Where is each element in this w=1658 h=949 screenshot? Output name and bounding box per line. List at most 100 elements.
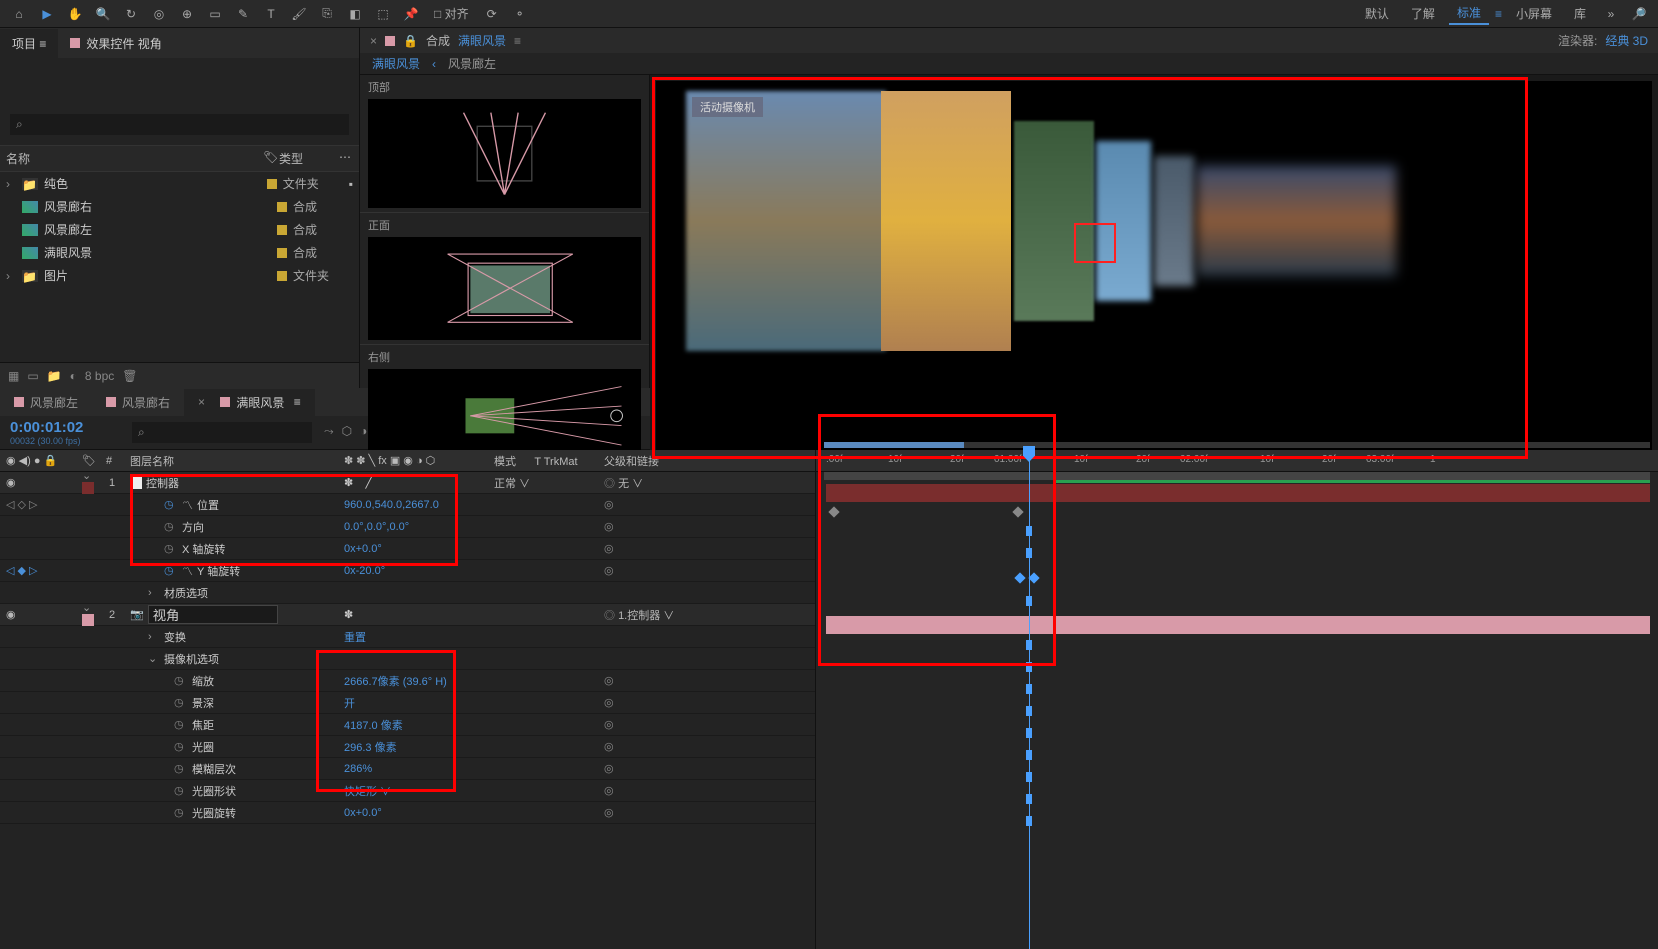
stopwatch-icon[interactable]: ◷ [164,542,178,555]
property-value[interactable]: 2666.7像素 (39.6° H) [344,676,447,688]
kf-nav[interactable]: ◁ ◆ ▷ [6,564,38,577]
project-item[interactable]: 风景廊右合成 [0,195,359,218]
keyframe-icon[interactable] [1012,506,1023,517]
kf-nav[interactable]: ◁ ◇ ▷ [6,498,38,511]
bpc-button[interactable]: 8 bpc [85,369,114,383]
keyframe-icon[interactable] [1014,572,1025,583]
layer-bar[interactable] [826,484,1650,502]
current-timecode[interactable]: 0:00:01:02 [10,419,120,436]
visibility-toggle[interactable]: ◉ [6,608,16,621]
comp-mini-flowchart-icon[interactable]: ⤳ [324,424,334,441]
pickwhip-icon[interactable]: ◎ [604,610,615,622]
current-time-indicator[interactable] [1029,450,1030,949]
property-value[interactable]: 开 [344,698,355,710]
property-row[interactable]: ◷ 光圈 296.3 像素 ◎ [0,736,815,758]
property-row[interactable]: ◁ ◆ ▷ ◷ 〽 Y 轴旋转 0x-20.0° ◎ [0,560,815,582]
timeline-tab[interactable]: 风景廊左 [0,389,92,416]
property-value[interactable]: 296.3 像素 [344,742,397,754]
effect-controls-tab[interactable]: 效果控件 视角 [58,29,173,58]
workspace-standard[interactable]: 标准 [1449,2,1489,25]
zoom-tool-icon[interactable]: 🔍 [92,3,114,25]
stopwatch-icon[interactable]: ◷ [164,498,178,511]
property-row[interactable]: ◷ 焦距 4187.0 像素 ◎ [0,714,815,736]
search-global-icon[interactable]: 🔎 [1628,3,1650,25]
property-value[interactable]: 快矩形 [344,786,377,798]
stamp-tool-icon[interactable]: ⎘ [316,3,338,25]
graph-icon[interactable]: 〽 [182,497,193,513]
workspace-library[interactable]: 库 [1566,3,1594,24]
project-item[interactable]: 满眼风景合成 [0,241,359,264]
lock-icon[interactable]: 🔒 [403,34,418,48]
timeline-search-input[interactable] [132,422,312,443]
shy-icon[interactable]: ◑ [360,424,367,441]
unknown-tool-icon-2[interactable]: ⚬ [509,3,531,25]
property-row[interactable]: ◁ ◇ ▷ ◷ 〽 位置 960.0,540.0,2667.0 ◎ [0,494,815,516]
property-row[interactable]: ◷ 模糊层次 286% ◎ [0,758,815,780]
property-value[interactable]: 0x+0.0° [344,543,382,555]
graph-icon[interactable]: 〽 [182,563,193,579]
side-view-front[interactable]: 正面 [360,213,649,344]
col-name-header[interactable]: 名称 [6,150,263,167]
workspace-overflow-icon[interactable]: » [1600,3,1622,25]
main-view[interactable]: 活动摄像机 [650,75,1658,461]
property-row[interactable]: ◷ 光圈形状 快矩形 ∨ ◎ [0,780,815,802]
trash-icon[interactable]: 🗑 [122,369,137,383]
project-item[interactable]: ›📁图片文件夹 [0,264,359,287]
stopwatch-icon[interactable]: ◷ [164,564,178,577]
keyframe-icon[interactable] [828,506,839,517]
keyframe-icon[interactable] [1028,572,1039,583]
layer-bar[interactable] [826,616,1650,634]
draft3d-icon[interactable]: ⬡ [342,424,352,441]
pen-tool-icon[interactable]: ✎ [232,3,254,25]
project-search-input[interactable] [10,114,349,135]
layer-name-input[interactable] [148,605,278,624]
property-value[interactable]: 286% [344,763,372,775]
property-row[interactable]: ◷ 方向 0.0°,0.0°,0.0° ◎ [0,516,815,538]
layer-row[interactable]: ◉ ⌄ 2 📷 ✽ ◎ 1.控制器 ∨ [0,604,815,626]
eraser-tool-icon[interactable]: ◧ [344,3,366,25]
selection-tool-icon[interactable]: ▶ [36,3,58,25]
brush-tool-icon[interactable]: 🖌 [288,3,310,25]
project-item[interactable]: 风景廊左合成 [0,218,359,241]
hand-tool-icon[interactable]: ✋ [64,3,86,25]
rotate-tool-icon[interactable]: ↻ [120,3,142,25]
crumb-prev[interactable]: 风景廊左 [448,55,496,72]
col-type-header[interactable]: 类型 [279,150,339,167]
workspace-default[interactable]: 默认 [1357,3,1397,24]
pickwhip-icon[interactable]: ◎ [604,478,615,490]
new-comp-icon[interactable]: ▭ [27,369,38,383]
shape-tool-icon[interactable]: ▭ [204,3,226,25]
text-tool-icon[interactable]: T [260,3,282,25]
property-row[interactable]: ◷ 光圈旋转 0x+0.0° ◎ [0,802,815,824]
camera-tool-icon[interactable]: ◎ [148,3,170,25]
visibility-toggle[interactable]: ◉ [6,476,16,489]
side-view-right[interactable]: 右侧 [360,345,649,462]
workspace-learn[interactable]: 了解 [1403,3,1443,24]
project-tab[interactable]: 项目 ≡ [0,29,58,58]
property-value[interactable]: 4187.0 像素 [344,720,403,732]
property-group-row[interactable]: › 材质选项 [0,582,815,604]
home-icon[interactable]: ⌂ [8,3,30,25]
property-group-row[interactable]: ⌄ 摄像机选项 [0,648,815,670]
side-view-top[interactable]: 顶部 [360,75,649,213]
property-value[interactable]: 0.0°,0.0°,0.0° [344,521,409,533]
property-value[interactable]: 0x+0.0° [344,807,382,819]
property-group-row[interactable]: › 变换 重置 [0,626,815,648]
twirl-icon[interactable]: ⌄ [82,601,94,614]
timeline-tab[interactable]: 风景廊右 [92,389,184,416]
property-value[interactable]: 960.0,540.0,2667.0 [344,499,439,511]
crumb-current[interactable]: 满眼风景 [372,55,420,72]
interpret-icon[interactable]: ▦ [8,369,19,383]
puppet-tool-icon[interactable]: 📌 [400,3,422,25]
property-row[interactable]: ◷ 缩放 2666.7像素 (39.6° H) ◎ [0,670,815,692]
property-row[interactable]: ◷ X 轴旋转 0x+0.0° ◎ [0,538,815,560]
workspace-small[interactable]: 小屏幕 [1508,3,1560,24]
project-item[interactable]: ›📁纯色文件夹▪ [0,172,359,195]
adjust-icon[interactable]: ◐ [70,369,77,383]
renderer-value[interactable]: 经典 3D [1605,32,1648,49]
unknown-tool-icon[interactable]: ⟳ [481,3,503,25]
layer-row[interactable]: ◉ ⌄ 1 控制器 ✽ ╱ 正常 ∨ ◎ 无 ∨ [0,472,815,494]
property-value[interactable]: 0x-20.0° [344,565,385,577]
timeline-tab[interactable]: × 满眼风景 ≡ [184,389,315,416]
snap-checkbox[interactable]: □ 对齐 [428,3,475,25]
